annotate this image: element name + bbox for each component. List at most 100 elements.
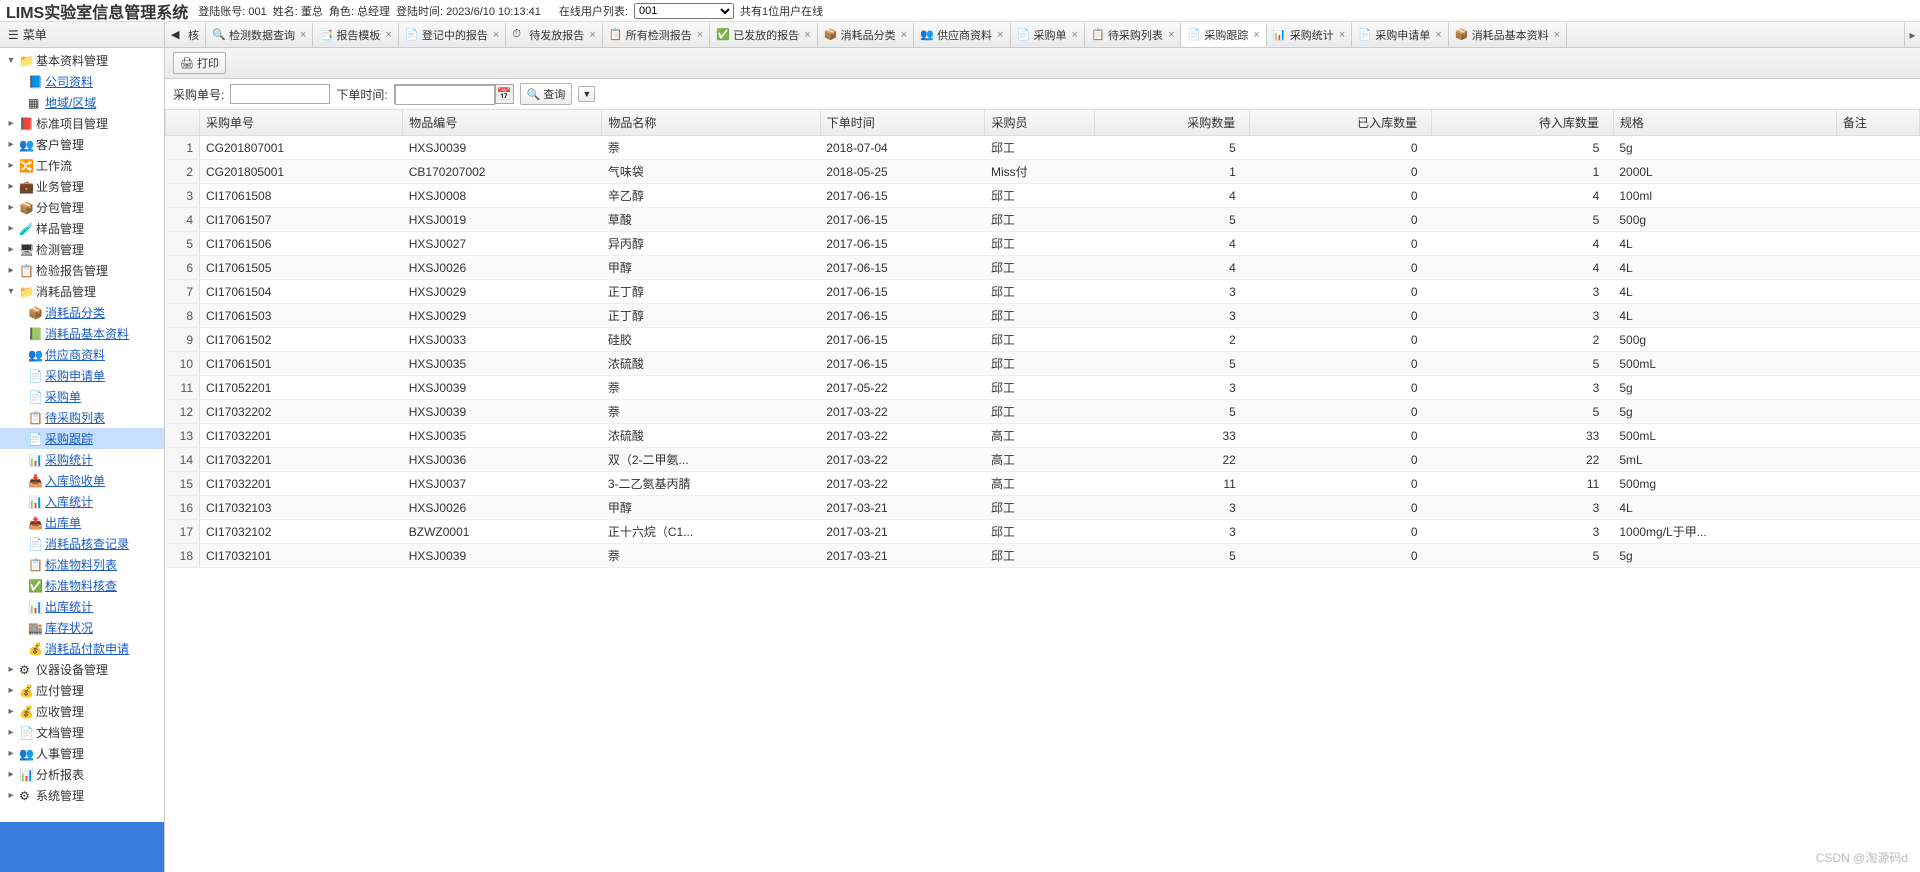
sidebar-item-5[interactable]: ▸🔀工作流: [0, 155, 164, 176]
column-header[interactable]: 物品编号: [403, 110, 602, 136]
table-row[interactable]: 6CI17061505HXSJ0026甲醇2017-06-15邱工4044L: [166, 256, 1920, 280]
sidebar-item-10[interactable]: ▸📋检验报告管理: [0, 260, 164, 281]
table-row[interactable]: 8CI17061503HXSJ0029正丁醇2017-06-15邱工3034L: [166, 304, 1920, 328]
sidebar-item-35[interactable]: ▸⚙系统管理: [0, 785, 164, 806]
table-row[interactable]: 14CI17032201HXSJ0036双（2-二甲氨...2017-03-22…: [166, 448, 1920, 472]
sidebar-item-31[interactable]: ▸💰应收管理: [0, 701, 164, 722]
sidebar-item-32[interactable]: ▸📄文档管理: [0, 722, 164, 743]
sidebar-item-23[interactable]: 📄消耗品核查记录: [0, 533, 164, 554]
tab-12[interactable]: 📊采购统计×: [1267, 23, 1352, 47]
sidebar-item-27[interactable]: 🏬库存状况: [0, 617, 164, 638]
table-row[interactable]: 12CI17032202HXSJ0039萘2017-03-22邱工5055g: [166, 400, 1920, 424]
column-header[interactable]: 备注: [1836, 110, 1919, 136]
sidebar-item-22[interactable]: 📤出库单: [0, 512, 164, 533]
tab-13[interactable]: 📄采购申请单×: [1352, 23, 1448, 47]
sidebar-item-6[interactable]: ▸💼业务管理: [0, 176, 164, 197]
close-icon[interactable]: ×: [1554, 29, 1560, 41]
calendar-icon[interactable]: 📅: [495, 85, 513, 103]
tab-6[interactable]: ✅已发放的报告×: [710, 23, 817, 47]
table-row[interactable]: 1CG201807001HXSJ0039萘2018-07-04邱工5055g: [166, 136, 1920, 160]
close-icon[interactable]: ×: [385, 29, 391, 41]
tab-10[interactable]: 📋待采购列表×: [1085, 23, 1181, 47]
column-header[interactable]: 下单时间: [820, 110, 985, 136]
tab-1[interactable]: 🔍检测数据查询×: [206, 23, 313, 47]
close-icon[interactable]: ×: [1435, 29, 1441, 41]
tab-4[interactable]: ⏱待发放报告×: [506, 23, 602, 47]
table-row[interactable]: 18CI17032101HXSJ0039萘2017-03-21邱工5055g: [166, 544, 1920, 568]
table-row[interactable]: 5CI17061506HXSJ0027异丙醇2017-06-15邱工4044L: [166, 232, 1920, 256]
sidebar-item-19[interactable]: 📊采购统计: [0, 449, 164, 470]
sidebar-item-14[interactable]: 👥供应商资料: [0, 344, 164, 365]
sidebar-item-2[interactable]: ▦地域/区域: [0, 92, 164, 113]
sidebar-item-33[interactable]: ▸👥人事管理: [0, 743, 164, 764]
query-dropdown[interactable]: ▼: [578, 86, 595, 102]
table-row[interactable]: 13CI17032201HXSJ0035浓硫酸2017-03-22高工33033…: [166, 424, 1920, 448]
column-header[interactable]: 已入库数量: [1250, 110, 1432, 136]
table-row[interactable]: 3CI17061508HXSJ0008辛乙醇2017-06-15邱工404100…: [166, 184, 1920, 208]
sidebar-item-15[interactable]: 📄采购申请单: [0, 365, 164, 386]
sidebar-item-26[interactable]: 📊出库统计: [0, 596, 164, 617]
sidebar-item-28[interactable]: 💰消耗品付款申请: [0, 638, 164, 659]
sidebar-item-8[interactable]: ▸🧪样品管理: [0, 218, 164, 239]
column-header[interactable]: 采购员: [985, 110, 1095, 136]
close-icon[interactable]: ×: [1253, 29, 1259, 41]
column-header[interactable]: 规格: [1613, 110, 1836, 136]
sidebar-item-0[interactable]: ▾📁基本资料管理: [0, 50, 164, 71]
query-button[interactable]: 🔍 查询: [520, 83, 573, 105]
sidebar-item-18[interactable]: 📄采购跟踪: [0, 428, 164, 449]
table-row[interactable]: 16CI17032103HXSJ0026甲醇2017-03-21邱工3034L: [166, 496, 1920, 520]
close-icon[interactable]: ×: [493, 29, 499, 41]
sidebar-item-21[interactable]: 📊入库统计: [0, 491, 164, 512]
table-row[interactable]: 7CI17061504HXSJ0029正丁醇2017-06-15邱工3034L: [166, 280, 1920, 304]
sidebar-item-34[interactable]: ▸📊分析报表: [0, 764, 164, 785]
sidebar-item-20[interactable]: 📥入库验收单: [0, 470, 164, 491]
sidebar-item-29[interactable]: ▸⚙仪器设备管理: [0, 659, 164, 680]
tab-5[interactable]: 📋所有检测报告×: [603, 23, 710, 47]
tab-11[interactable]: 📄采购跟踪×: [1181, 24, 1266, 48]
sidebar-item-7[interactable]: ▸📦分包管理: [0, 197, 164, 218]
column-header[interactable]: 物品名称: [602, 110, 820, 136]
close-icon[interactable]: ×: [697, 29, 703, 41]
tab-scroll-right[interactable]: ▸: [1904, 23, 1920, 47]
table-row[interactable]: 11CI17052201HXSJ0039萘2017-05-22邱工3035g: [166, 376, 1920, 400]
close-icon[interactable]: ×: [1072, 29, 1078, 41]
close-icon[interactable]: ×: [1339, 29, 1345, 41]
close-icon[interactable]: ×: [589, 29, 595, 41]
column-header[interactable]: 采购数量: [1095, 110, 1250, 136]
sidebar-item-24[interactable]: 📋标准物料列表: [0, 554, 164, 575]
tab-8[interactable]: 👥供应商资料×: [914, 23, 1010, 47]
online-users-select[interactable]: 001: [634, 3, 734, 19]
close-icon[interactable]: ×: [1168, 29, 1174, 41]
tab-3[interactable]: 📄登记中的报告×: [399, 23, 506, 47]
table-row[interactable]: 17CI17032102BZWZ0001正十六烷（C1...2017-03-21…: [166, 520, 1920, 544]
table-row[interactable]: 4CI17061507HXSJ0019草酸2017-06-15邱工505500g: [166, 208, 1920, 232]
tab-2[interactable]: 📑报告模板×: [313, 23, 398, 47]
po-number-input[interactable]: [230, 84, 330, 104]
column-header[interactable]: 待入库数量: [1432, 110, 1614, 136]
sidebar-item-4[interactable]: ▸👥客户管理: [0, 134, 164, 155]
sidebar-item-25[interactable]: ✅标准物料核查: [0, 575, 164, 596]
column-header[interactable]: [166, 110, 200, 136]
tab-0[interactable]: ◀核: [165, 23, 206, 47]
close-icon[interactable]: ×: [804, 29, 810, 41]
sidebar-item-11[interactable]: ▾📁消耗品管理: [0, 281, 164, 302]
tab-7[interactable]: 📦消耗品分类×: [818, 23, 914, 47]
sidebar-item-9[interactable]: ▸🖥检测管理: [0, 239, 164, 260]
sidebar-item-13[interactable]: 📗消耗品基本资料: [0, 323, 164, 344]
table-row[interactable]: 10CI17061501HXSJ0035浓硫酸2017-06-15邱工50550…: [166, 352, 1920, 376]
sidebar-item-3[interactable]: ▸📕标准项目管理: [0, 113, 164, 134]
print-button[interactable]: 🖨 打印: [173, 52, 226, 74]
sidebar-item-17[interactable]: 📋待采购列表: [0, 407, 164, 428]
sidebar-item-1[interactable]: 📘公司资料: [0, 71, 164, 92]
sidebar-item-30[interactable]: ▸💰应付管理: [0, 680, 164, 701]
close-icon[interactable]: ×: [901, 29, 907, 41]
table-row[interactable]: 15CI17032201HXSJ00373-二乙氨基丙腈2017-03-22高工…: [166, 472, 1920, 496]
sidebar-item-16[interactable]: 📄采购单: [0, 386, 164, 407]
table-row[interactable]: 2CG201805001CB170207002气味袋2018-05-25Miss…: [166, 160, 1920, 184]
tab-14[interactable]: 📦消耗品基本资料×: [1449, 23, 1567, 47]
table-row[interactable]: 9CI17061502HXSJ0033硅胶2017-06-15邱工202500g: [166, 328, 1920, 352]
close-icon[interactable]: ×: [300, 29, 306, 41]
sidebar-item-12[interactable]: 📦消耗品分类: [0, 302, 164, 323]
tab-9[interactable]: 📄采购单×: [1011, 23, 1085, 47]
close-icon[interactable]: ×: [997, 29, 1003, 41]
